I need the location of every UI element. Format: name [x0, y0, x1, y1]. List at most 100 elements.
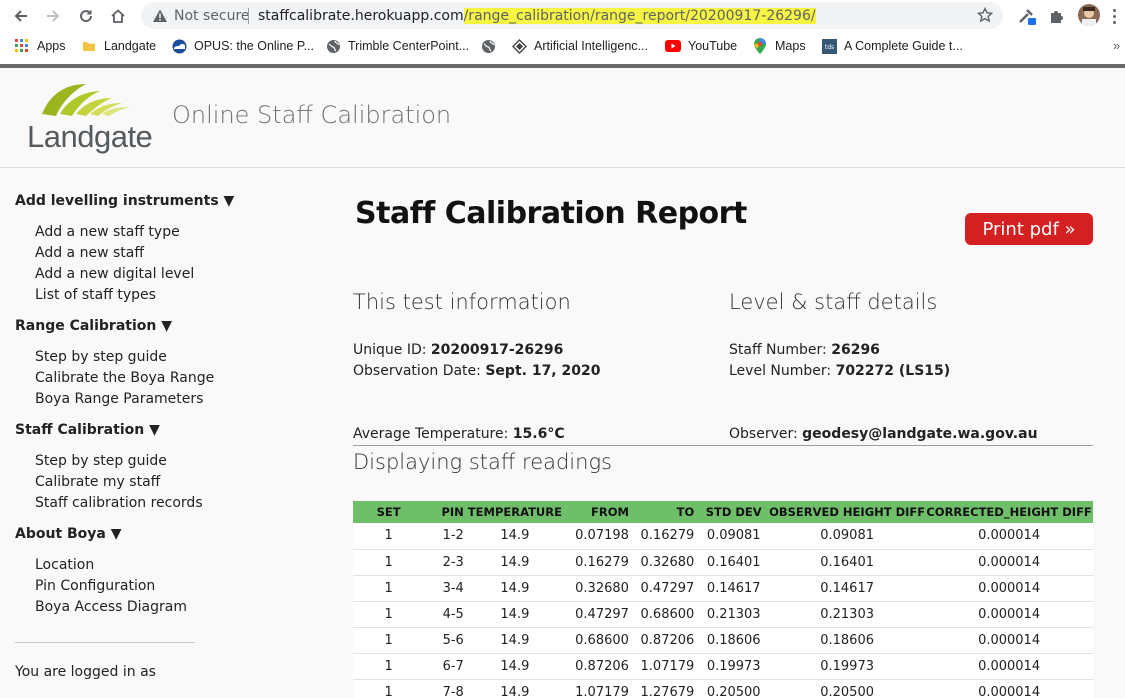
- address-bar[interactable]: Not secure staffcalibrate.herokuapp.com/…: [141, 2, 1003, 29]
- cell-std-dev: 0.20500: [698, 679, 770, 698]
- bookmark-landgate[interactable]: Landgate: [81, 36, 156, 56]
- cell-pin: 7-8: [424, 679, 468, 698]
- sidebar-link-boya-access-diagram[interactable]: Boya Access Diagram: [35, 599, 187, 615]
- noaa-icon: [171, 38, 187, 54]
- folder-icon: [81, 38, 97, 54]
- unique-id-label: Unique ID:: [353, 342, 431, 358]
- cell-observed-height-diff: 0.19973: [769, 653, 926, 680]
- print-pdf-button[interactable]: Print pdf »: [965, 213, 1093, 245]
- not-secure-label: Not secure: [174, 8, 250, 24]
- sidebar-divider: [15, 642, 195, 643]
- cell-set: 1: [353, 523, 425, 550]
- cell-corrected-height-diff: 0.000014: [925, 679, 1093, 698]
- bookmark-trimble[interactable]: Trimble CenterPoint...: [325, 36, 469, 56]
- cell-set: 1: [353, 601, 425, 628]
- table-row: 1 3-4 14.9 0.32680 0.47297 0.14617 0.14617 0.00…: [353, 575, 1093, 602]
- table-header: SET PIN TEMPERATURE FROM TO STD DEV OBSE…: [353, 501, 1093, 523]
- address-separator: [248, 8, 249, 24]
- column-header-pin[interactable]: PIN: [424, 501, 468, 523]
- cell-pin: 4-5: [424, 601, 468, 628]
- sidebar-heading-range-calibration[interactable]: Range Calibration ▼: [15, 318, 172, 334]
- column-header-corrected-height-diff[interactable]: CORRECTED_HEIGHT DIFF: [925, 501, 1093, 523]
- sidebar-link-staff-calibration-records[interactable]: Staff calibration records: [35, 495, 203, 511]
- cell-std-dev: 0.09081: [698, 523, 770, 550]
- cell-to: 0.87206: [632, 627, 699, 654]
- column-header-to[interactable]: TO: [632, 501, 699, 523]
- bookmark-label: Apps: [37, 39, 66, 53]
- url-text[interactable]: staffcalibrate.herokuapp.com/range_calib…: [258, 7, 816, 25]
- warning-icon[interactable]: [151, 7, 169, 25]
- sidebar-link-boya-range-parameters[interactable]: Boya Range Parameters: [35, 391, 203, 407]
- web-page: Landgate Online Staff Calibration Add le…: [0, 68, 1125, 698]
- observation-date-label: Observation Date:: [353, 363, 486, 379]
- cell-from: 0.87206: [561, 653, 633, 680]
- sidebar-link-add-digital-level[interactable]: Add a new digital level: [35, 266, 194, 282]
- cell-to: 0.16279: [632, 523, 699, 550]
- bookmark-label: OPUS: the Online P...: [194, 39, 314, 53]
- sidebar-link-location[interactable]: Location: [35, 557, 94, 573]
- browser-toolbar: Not secure staffcalibrate.herokuapp.com/…: [0, 0, 1125, 32]
- column-header-observed-height-diff[interactable]: OBSERVED HEIGHT DIFF: [769, 501, 926, 523]
- sidebar-link-calibrate-boya-range[interactable]: Calibrate the Boya Range: [35, 370, 214, 386]
- sidebar-link-staff-guide[interactable]: Step by step guide: [35, 453, 167, 469]
- bookmark-label: Trimble CenterPoint...: [348, 39, 470, 53]
- column-header-from[interactable]: FROM: [561, 501, 633, 523]
- sidebar-heading-staff-calibration[interactable]: Staff Calibration ▼: [15, 422, 160, 438]
- home-icon[interactable]: [106, 4, 130, 28]
- unique-id-line: Unique ID: 20200917-26296: [353, 342, 563, 358]
- bookmark-label: Artificial Intelligenc...: [534, 39, 648, 53]
- extensions-puzzle-icon[interactable]: [1045, 4, 1069, 28]
- eyedropper-extension-icon[interactable]: [1014, 4, 1038, 28]
- bookmark-youtube[interactable]: YouTube: [665, 36, 737, 56]
- landgate-logo[interactable]: Landgate: [26, 82, 162, 156]
- cell-pin: 2-3: [424, 549, 468, 576]
- cell-from: 0.68600: [561, 627, 633, 654]
- sidebar-link-calibrate-my-staff[interactable]: Calibrate my staff: [35, 474, 160, 490]
- bookmark-apps[interactable]: Apps: [14, 36, 66, 56]
- column-header-set[interactable]: SET: [353, 501, 425, 523]
- bookmark-ai[interactable]: Artificial Intelligenc...: [511, 36, 648, 56]
- average-temperature-value: 15.6°C: [512, 426, 565, 442]
- bookmark-globe[interactable]: [480, 36, 503, 56]
- sidebar-link-list-staff-types[interactable]: List of staff types: [35, 287, 156, 303]
- profile-avatar[interactable]: [1078, 4, 1100, 26]
- table-row: 1 7-8 14.9 1.07179 1.27679 0.20500 0.20500 0.00…: [353, 679, 1093, 698]
- column-header-std-dev[interactable]: STD DEV: [698, 501, 770, 523]
- table-row: 1 6-7 14.9 0.87206 1.07179 0.19973 0.19973 0.00…: [353, 653, 1093, 680]
- cell-observed-height-diff: 0.20500: [769, 679, 926, 698]
- youtube-icon: [665, 38, 681, 54]
- cell-set: 1: [353, 679, 425, 698]
- cell-observed-height-diff: 0.09081: [769, 523, 926, 550]
- level-number-line: Level Number: 702272 (LS15): [729, 363, 950, 379]
- sidebar-link-add-staff[interactable]: Add a new staff: [35, 245, 144, 261]
- more-bookmarks-chevron[interactable]: »: [1113, 38, 1120, 53]
- cell-temperature: 14.9: [467, 679, 562, 698]
- cell-corrected-height-diff: 0.000014: [925, 601, 1093, 628]
- sidebar-heading-about-boya[interactable]: About Boya ▼: [15, 526, 122, 542]
- info-divider: [353, 445, 1093, 446]
- bookmark-label: YouTube: [688, 39, 738, 53]
- reload-icon[interactable]: [74, 4, 98, 28]
- globe-icon: [480, 38, 496, 54]
- sidebar-link-pin-configuration[interactable]: Pin Configuration: [35, 578, 155, 594]
- forward-arrow-icon[interactable]: [41, 4, 65, 28]
- cell-to: 1.27679: [632, 679, 699, 698]
- sidebar-heading-add-levelling[interactable]: Add levelling instruments ▼: [15, 193, 234, 209]
- sidebar-link-add-staff-type[interactable]: Add a new staff type: [35, 224, 180, 240]
- bookmark-label: A Complete Guide t...: [844, 39, 963, 53]
- cell-std-dev: 0.18606: [698, 627, 770, 654]
- bookmark-label: Landgate: [104, 39, 157, 53]
- column-header-temperature[interactable]: TEMPERATURE: [467, 501, 562, 523]
- bookmark-maps[interactable]: Maps: [752, 36, 806, 56]
- bookmark-opus[interactable]: OPUS: the Online P...: [171, 36, 314, 56]
- cell-temperature: 14.9: [467, 523, 562, 550]
- cell-from: 0.07198: [561, 523, 633, 550]
- browser-menu-icon[interactable]: [1108, 5, 1120, 27]
- bookmark-star-icon[interactable]: [975, 5, 995, 25]
- apps-grid-icon: [14, 38, 30, 54]
- staff-readings-table: SET PIN TEMPERATURE FROM TO STD DEV OBSE…: [353, 501, 1093, 698]
- bookmark-complete-guide[interactable]: tds A Complete Guide t...: [821, 36, 963, 56]
- sidebar-link-range-guide[interactable]: Step by step guide: [35, 349, 167, 365]
- back-arrow-icon[interactable]: [9, 4, 33, 28]
- page-title: Staff Calibration Report: [355, 196, 747, 231]
